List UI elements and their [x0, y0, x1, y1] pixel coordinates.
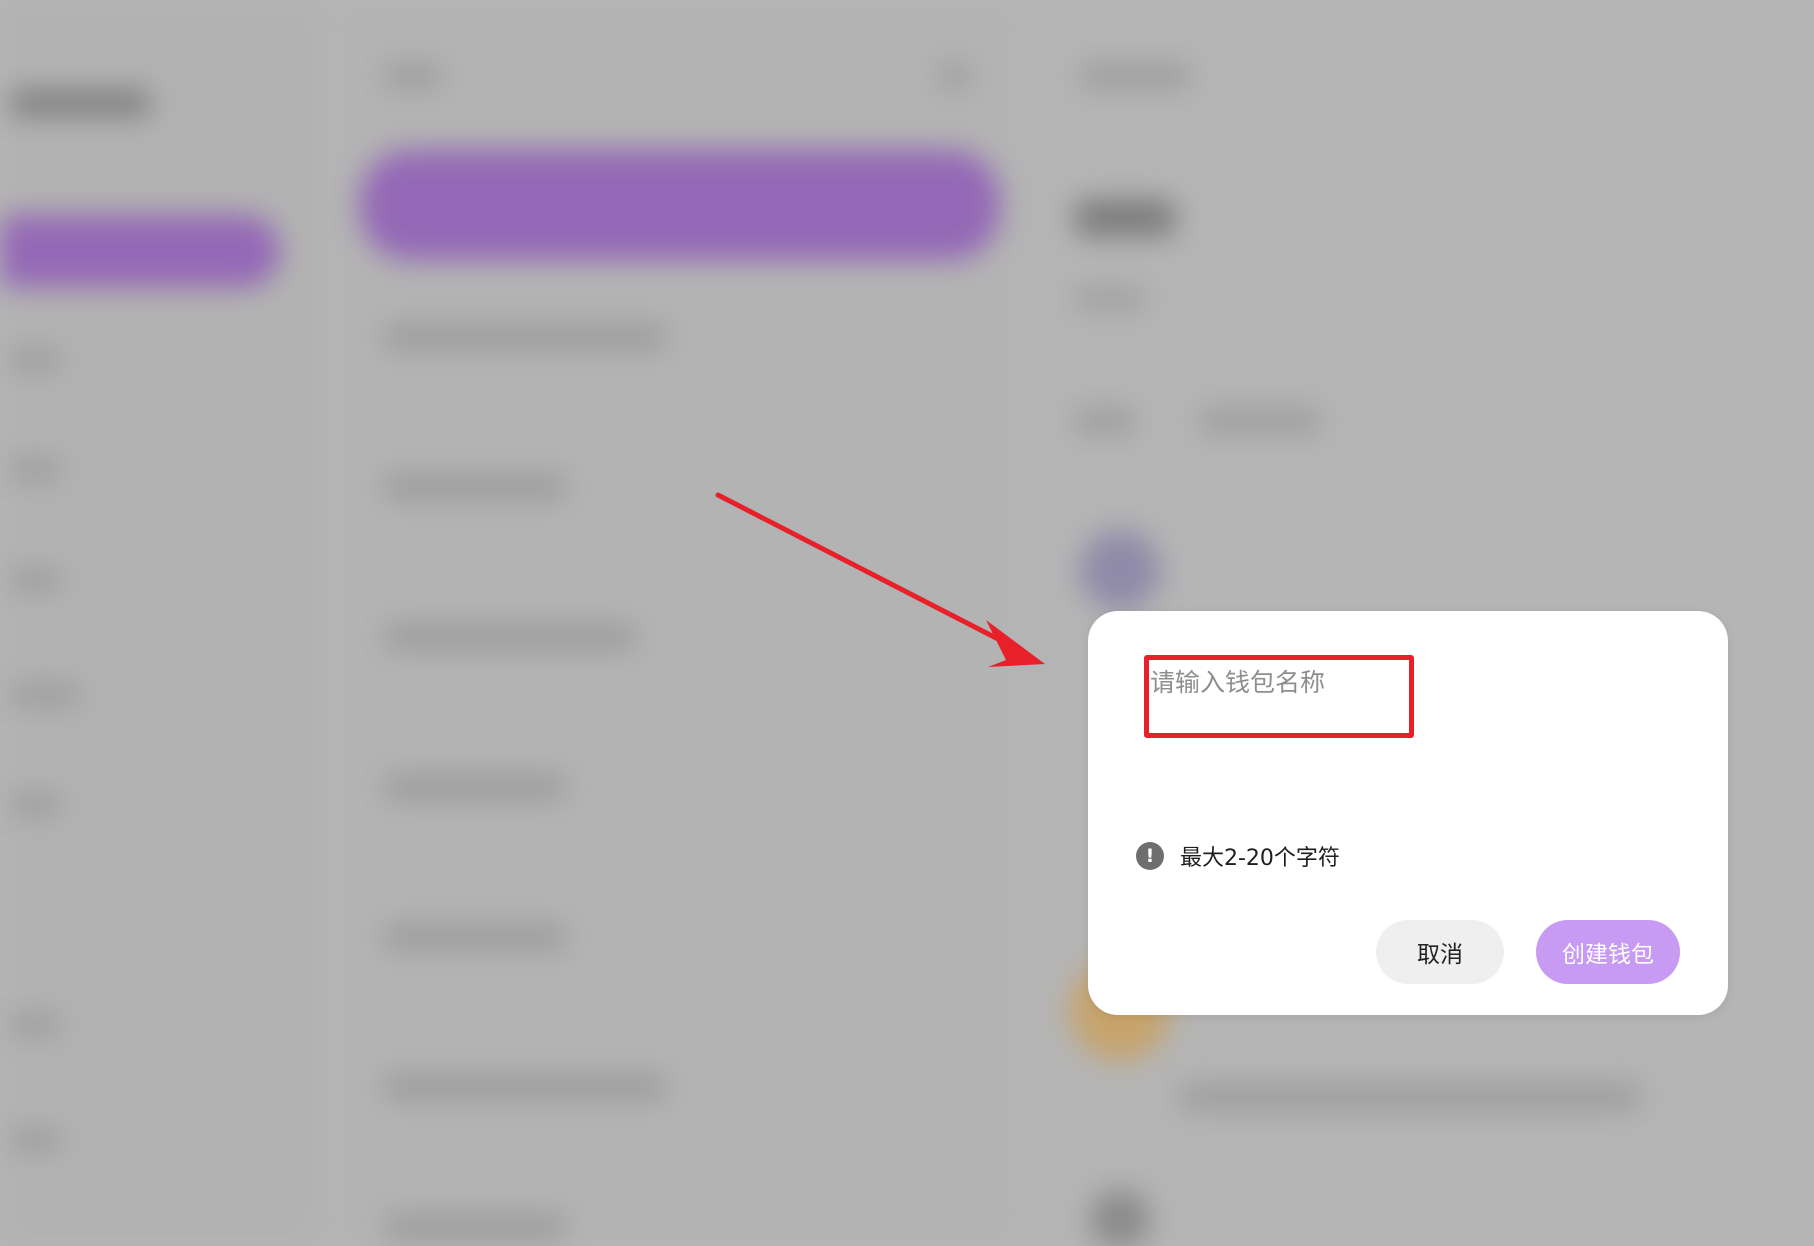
create-wallet-button[interactable]: 创建钱包: [1536, 920, 1680, 984]
red-arrow-icon: [715, 492, 1045, 667]
bg-list-action: [940, 65, 970, 87]
cancel-button[interactable]: 取消: [1376, 920, 1504, 984]
bg-sidebar: [0, 0, 320, 1246]
bg-sidebar-active-item: [0, 215, 280, 287]
bg-detail-row: [1075, 410, 1135, 432]
bg-sidebar-item: [10, 350, 60, 370]
bg-detail-row: [1200, 410, 1320, 432]
bg-sidebar-item: [10, 795, 60, 815]
bg-list-row: [385, 325, 665, 349]
wallet-name-input[interactable]: [1146, 659, 1410, 705]
bg-detail-row: [1180, 1085, 1640, 1109]
exclamation-circle-icon: !: [1136, 842, 1164, 870]
input-hint: ! 最大2-20个字符: [1136, 840, 1340, 872]
bg-detail-title: [1075, 200, 1175, 236]
bg-list-selected-row: [360, 150, 1000, 260]
bg-list-row: [385, 625, 635, 649]
bg-list-row: [385, 925, 565, 949]
bg-sidebar-item: [10, 570, 60, 590]
bg-sidebar-item: [10, 460, 60, 480]
bg-list-row: [385, 475, 565, 499]
bg-list-row: [385, 1215, 565, 1239]
bg-list-row: [385, 775, 565, 799]
bg-sidebar-title: [10, 90, 150, 116]
bg-detail-header: [1080, 65, 1190, 87]
bg-detail-subtitle: [1075, 290, 1145, 308]
hint-text: 最大2-20个字符: [1180, 846, 1340, 871]
create-wallet-dialog: ! 最大2-20个字符 取消 创建钱包: [1088, 611, 1728, 1015]
bg-list-title: [385, 65, 440, 87]
bg-detail-avatar: [1080, 530, 1160, 610]
bg-sidebar-item: [10, 685, 80, 705]
bg-list-row: [385, 1075, 665, 1099]
bg-sidebar-item: [10, 1130, 60, 1150]
bg-sidebar-item: [10, 1015, 60, 1035]
bg-detail-token-icon: [1090, 1190, 1150, 1246]
